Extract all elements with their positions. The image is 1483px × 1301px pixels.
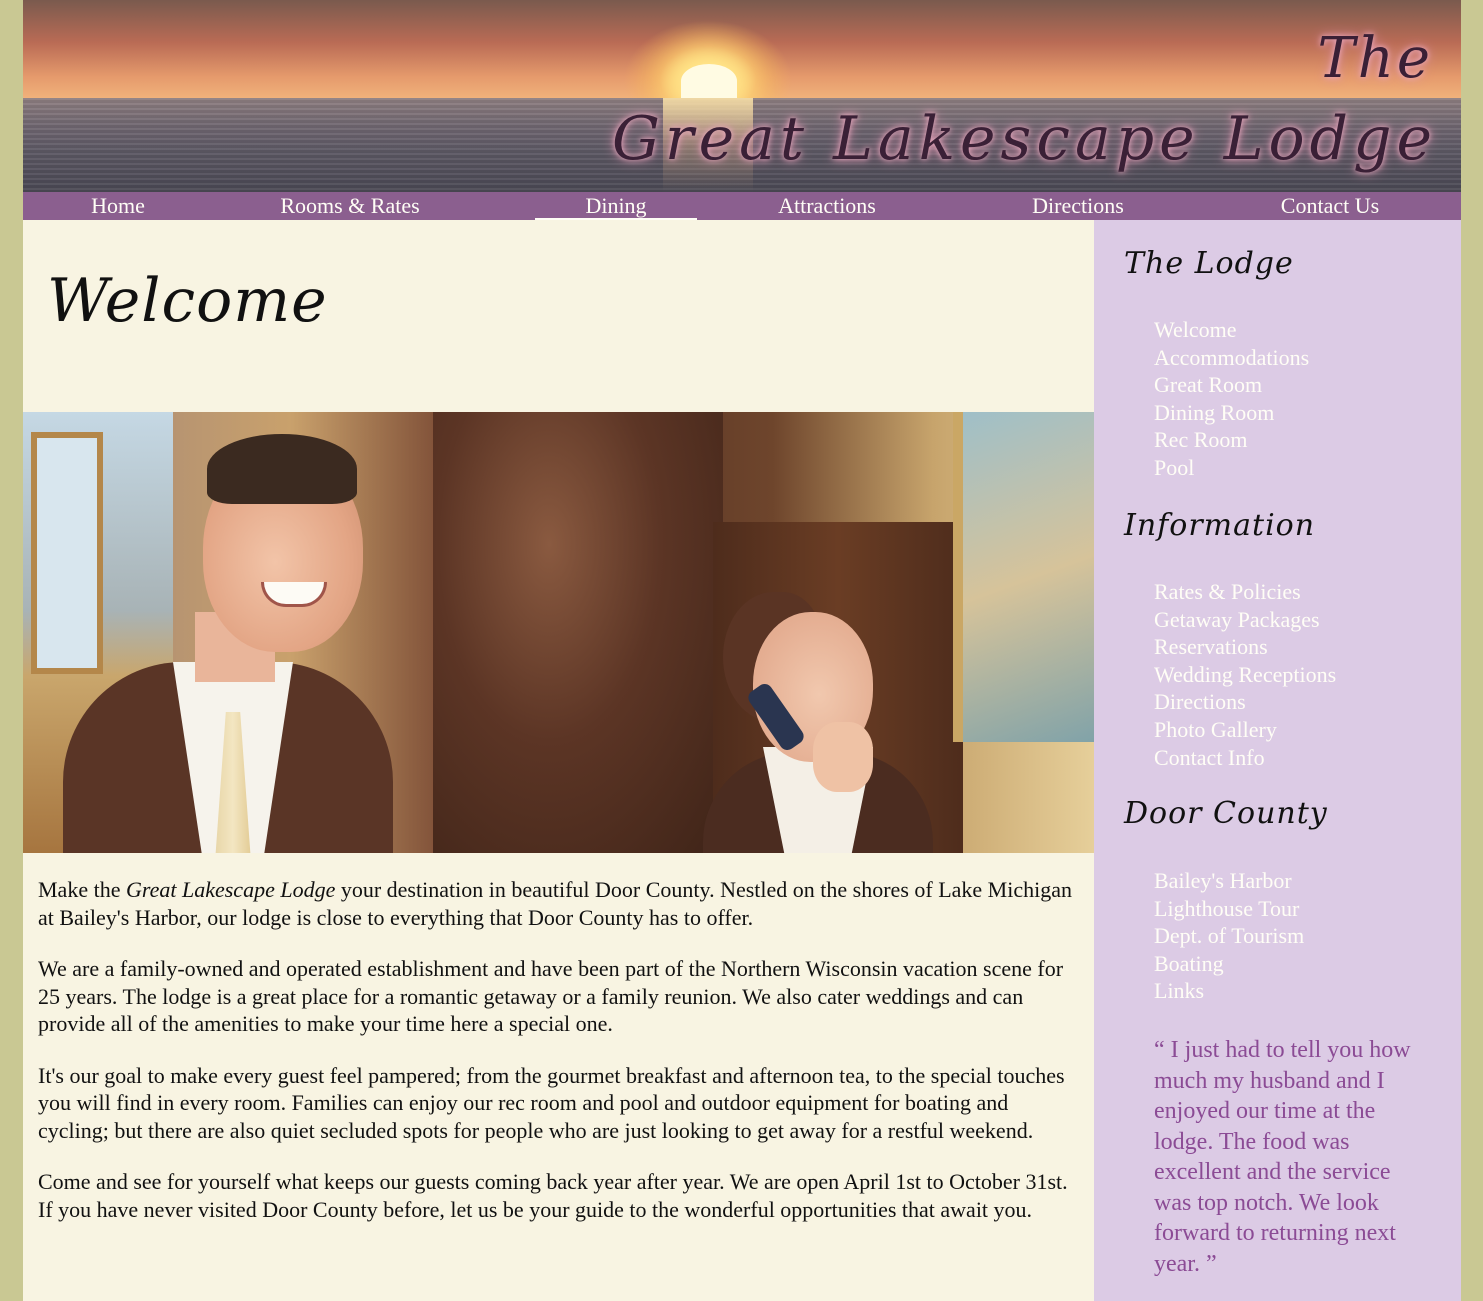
nav-dining[interactable]: Dining xyxy=(535,192,697,220)
hero-man-hair xyxy=(207,434,357,504)
sidebar-item-dining-room[interactable]: Dining Room xyxy=(1154,399,1309,427)
sidebar-item-links[interactable]: Links xyxy=(1154,977,1304,1005)
lodge-name-emphasis: Great Lakescape Lodge xyxy=(125,877,336,902)
page-title: Welcome xyxy=(47,266,328,336)
sidebar-item-photo-gallery[interactable]: Photo Gallery xyxy=(1154,716,1336,744)
sidebar-item-welcome[interactable]: Welcome xyxy=(1154,316,1309,344)
sun xyxy=(681,64,737,98)
testimonial-quote: “ I just had to tell you how much my hus… xyxy=(1154,1037,1411,1277)
sidebar-heading-lodge: The Lodge xyxy=(1124,246,1294,281)
main-nav: Home Rooms & Rates Dining Attractions Di… xyxy=(23,192,1461,220)
nav-directions[interactable]: Directions xyxy=(1001,192,1155,220)
site-title-line2: Great Lakescape Lodge xyxy=(612,104,1437,174)
sidebar-heading-information: Information xyxy=(1124,508,1316,543)
intro-paragraph: It's our goal to make every guest feel p… xyxy=(38,1062,1065,1143)
sidebar-list-lodge: Welcome Accommodations Great Room Dining… xyxy=(1154,316,1309,482)
intro-paragraph: We are a family-owned and operated estab… xyxy=(38,956,1064,1036)
page: The Great Lakescape Lodge Home Rooms & R… xyxy=(23,0,1461,1301)
sidebar-item-baileys-harbor[interactable]: Bailey's Harbor xyxy=(1154,867,1304,895)
intro-text-part: Make the xyxy=(38,877,126,902)
sidebar-item-directions[interactable]: Directions xyxy=(1154,688,1336,716)
hero-painting xyxy=(953,412,1094,742)
intro-paragraph: Come and see for yourself what keeps our… xyxy=(38,1169,1068,1222)
sidebar: The Lodge Welcome Accommodations Great R… xyxy=(1094,220,1461,1301)
nav-attractions[interactable]: Attractions xyxy=(748,192,906,220)
sidebar-list-door-county: Bailey's Harbor Lighthouse Tour Dept. of… xyxy=(1154,867,1304,1005)
nav-rooms-rates[interactable]: Rooms & Rates xyxy=(245,192,455,220)
hero-marble-column xyxy=(433,412,723,853)
nav-home[interactable]: Home xyxy=(47,192,189,220)
nav-contact-us[interactable]: Contact Us xyxy=(1251,192,1409,220)
sidebar-item-accommodations[interactable]: Accommodations xyxy=(1154,344,1309,372)
sidebar-item-lighthouse-tour[interactable]: Lighthouse Tour xyxy=(1154,895,1304,923)
intro-text: Make the Great Lakescape Lodge your dest… xyxy=(38,876,1083,1247)
sidebar-item-dept-of-tourism[interactable]: Dept. of Tourism xyxy=(1154,922,1304,950)
sidebar-item-pool[interactable]: Pool xyxy=(1154,454,1309,482)
site-title-line1: The xyxy=(1317,26,1433,91)
sidebar-item-contact-info[interactable]: Contact Info xyxy=(1154,744,1336,772)
sidebar-item-getaway-packages[interactable]: Getaway Packages xyxy=(1154,606,1336,634)
hero-window xyxy=(31,432,103,674)
sidebar-item-rates-policies[interactable]: Rates & Policies xyxy=(1154,578,1336,606)
sidebar-item-rec-room[interactable]: Rec Room xyxy=(1154,426,1309,454)
sidebar-item-great-room[interactable]: Great Room xyxy=(1154,371,1309,399)
sidebar-item-reservations[interactable]: Reservations xyxy=(1154,633,1336,661)
sidebar-heading-door-county: Door County xyxy=(1124,796,1328,831)
sidebar-item-wedding-receptions[interactable]: Wedding Receptions xyxy=(1154,661,1336,689)
hero-image xyxy=(23,412,1094,853)
hero-woman-hand xyxy=(813,722,873,792)
header-banner: The Great Lakescape Lodge xyxy=(23,0,1461,192)
intro-paragraph: Make the Great Lakescape Lodge your dest… xyxy=(38,876,1083,931)
sidebar-list-information: Rates & Policies Getaway Packages Reserv… xyxy=(1154,578,1336,771)
sidebar-item-boating[interactable]: Boating xyxy=(1154,950,1304,978)
